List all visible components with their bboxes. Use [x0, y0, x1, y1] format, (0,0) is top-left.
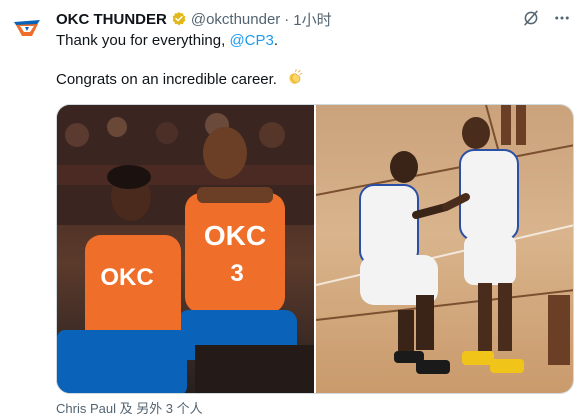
photo-left[interactable]: OKC 3 OKC — [57, 105, 314, 393]
photo-right-illustration — [316, 105, 573, 374]
tweet-text-line2: Congrats on an incredible career. — [56, 69, 303, 93]
mention-link[interactable]: @CP3 — [229, 32, 273, 49]
author-handle[interactable]: @okcthunder — [191, 11, 280, 28]
jersey-number: 3 — [230, 260, 243, 287]
avatar[interactable] — [10, 10, 44, 44]
photo-right[interactable] — [316, 105, 573, 393]
grok-icon[interactable] — [522, 9, 540, 27]
tweet-header: OKC THUNDER @okcthunder · 1小时 — [56, 9, 574, 29]
more-icon[interactable] — [552, 9, 572, 27]
media-tagged-people[interactable]: Chris Paul 及 另外 3 个人 — [56, 398, 203, 417]
okc-thunder-logo-icon — [14, 20, 40, 36]
separator-dot: · — [284, 10, 290, 28]
timestamp[interactable]: 1小时 — [293, 9, 331, 30]
tweet-text-line1: Thank you for everything, @CP3. — [56, 31, 278, 51]
tweet-text-suffix: . — [273, 32, 279, 49]
author-name[interactable]: OKC THUNDER — [56, 11, 167, 28]
jersey-text-right: OKC — [204, 220, 266, 251]
verified-badge-icon[interactable] — [171, 11, 187, 27]
clapping-hands-icon — [285, 69, 303, 93]
media-grid: OKC 3 OKC — [56, 104, 574, 394]
tweet-text-prefix: Thank you for everything, — [56, 32, 230, 49]
jersey-text-left: OKC — [100, 264, 153, 291]
tweet-text-congrats: Congrats on an incredible career. — [56, 71, 277, 88]
photo-left-illustration: OKC 3 OKC — [57, 105, 314, 393]
